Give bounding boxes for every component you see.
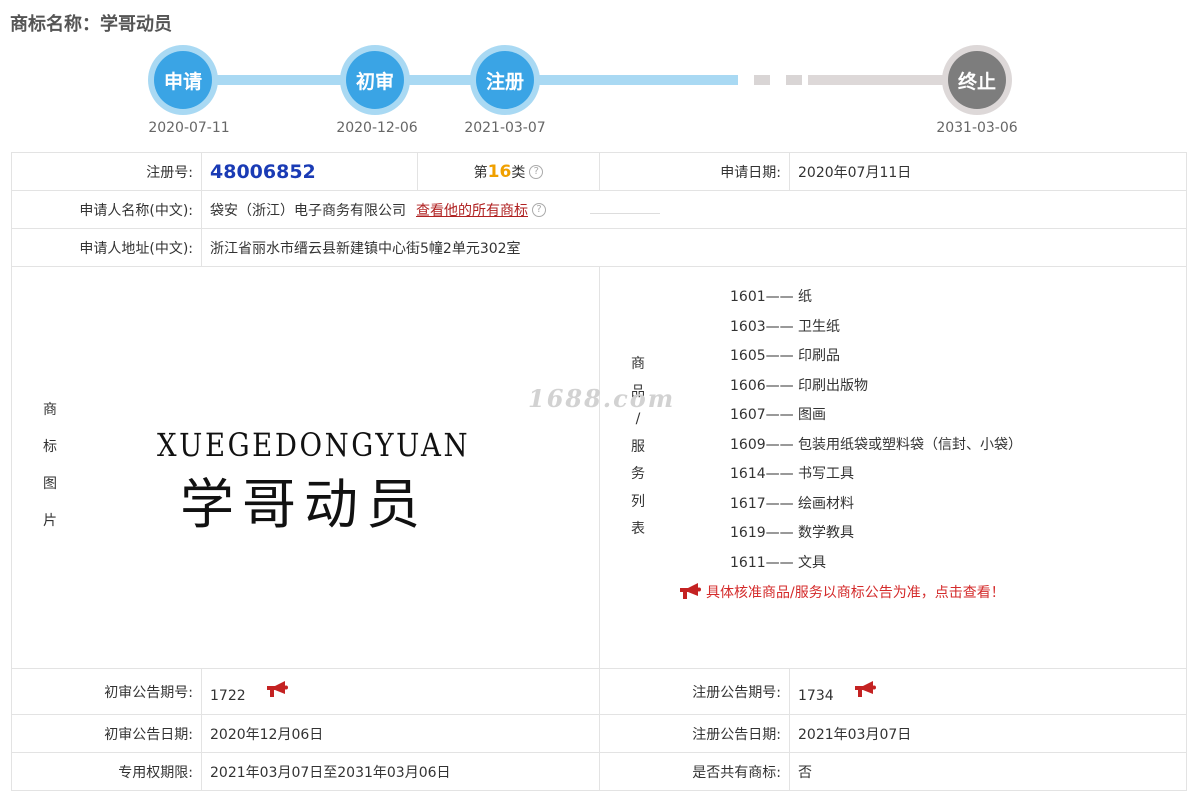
mark-image-cn: 学哥动员 — [180, 472, 428, 536]
timeline-node-prelim: 初审 — [340, 45, 410, 115]
apply-date-label: 申请日期: — [599, 152, 790, 191]
horn-icon[interactable] — [852, 680, 878, 698]
applicant-value: 袋安（浙江）电子商务有限公司 — [210, 202, 406, 219]
apply-date-value: 2020年07月11日 — [789, 152, 1187, 191]
mark-image-label: 商标图片 — [43, 401, 57, 529]
timeline-node-terminate: 终止 — [942, 45, 1012, 115]
exclusive-label: 专用权期限: — [11, 752, 202, 791]
address-value: 浙江省丽水市缙云县新建镇中心街5幢2单元302室 — [201, 228, 1187, 267]
reg-ann-date-value: 2021年03月07日 — [789, 714, 1187, 753]
list-item: 1605—— 印刷品 — [730, 348, 840, 364]
list-item: 1617—— 绘画材料 — [730, 495, 854, 512]
prelim-no-label: 初审公告期号: — [11, 668, 202, 715]
goods-list-cell: 商品 / 服务列表 1601—— 纸 1603—— 卫生纸 1605—— 印刷品 1606… — [599, 266, 1187, 669]
mark-image-en: XUEGEDONGYUAN — [157, 425, 471, 464]
table-row: 申请人地址(中文): 浙江省丽水市缙云县新建镇中心街5幢2单元302室 — [11, 228, 1187, 267]
timeline-date-apply: 2020-07-11 — [148, 120, 230, 136]
table-row: 申请人名称(中文): 袋安（浙江）电子商务有限公司 查看他的所有商标? — [11, 190, 1187, 229]
horn-icon — [680, 583, 701, 599]
list-item: 1603—— 卫生纸 — [730, 318, 840, 335]
timeline-date-terminate: 2031-03-06 — [936, 120, 1018, 136]
list-item: 1607—— 图画 — [730, 407, 826, 423]
shared-value: 否 — [789, 752, 1187, 791]
goods-list: 1601—— 纸 1603—— 卫生纸 1605—— 印刷品 1606—— 印刷出版物 … — [600, 267, 1186, 578]
timeline-node-apply: 申请 — [148, 45, 218, 115]
trademark-info-table: 注册号: 48006852 第16类? 申请日期: 2020年07月11日 申请… — [11, 152, 1187, 791]
reg-ann-no-value: 1734 — [798, 687, 834, 704]
table-row: 初审公告日期: 2020年12月06日 注册公告日期: 2021年03月07日 — [11, 714, 1187, 753]
list-item: 1614—— 书写工具 — [730, 466, 854, 482]
reg-ann-no-label: 注册公告期号: — [599, 668, 790, 715]
reg-ann-date-label: 注册公告日期: — [599, 714, 790, 753]
mark-image-cell: 商标图片 XUEGEDONGYUAN 学哥动员 — [11, 266, 600, 669]
timeline-node-register: 注册 — [470, 45, 540, 115]
table-row: 初审公告期号: 1722 注册公告期号: 1734 — [11, 668, 1187, 715]
table-row: 商标图片 XUEGEDONGYUAN 学哥动员 商品 / 服务列表 1601—— 纸 … — [11, 266, 1187, 669]
address-label: 申请人地址(中文): — [11, 228, 202, 267]
question-icon[interactable]: ? — [532, 202, 546, 217]
list-item: 1611—— 文具 — [730, 554, 826, 571]
goods-notice[interactable]: 具体核准商品/服务以商标公告为准，点击查看！ — [600, 582, 1186, 602]
list-item: 1601—— 纸 — [730, 289, 812, 305]
question-icon[interactable]: ? — [529, 164, 544, 179]
timeline-date-register: 2021-03-07 — [464, 120, 546, 136]
class-number: 16 — [487, 161, 512, 182]
table-row: 专用权期限: 2021年03月07日至2031年03月06日 是否共有商标: 否 — [11, 752, 1187, 791]
page-title: 商标名称：学哥动员 — [10, 14, 172, 35]
timeline-date-prelim: 2020-12-06 — [336, 120, 418, 136]
divider — [590, 213, 660, 214]
list-item: 1606—— 印刷出版物 — [730, 377, 868, 394]
list-item: 1619—— 数学教具 — [730, 525, 854, 541]
goods-list-label: 商品 / 服务列表 — [631, 356, 645, 537]
table-row: 注册号: 48006852 第16类? 申请日期: 2020年07月11日 — [11, 152, 1187, 191]
list-item: 1609—— 包装用纸袋或塑料袋（信封、小袋） — [730, 436, 1022, 453]
class-cell: 第16类? — [417, 152, 600, 191]
reg-no-value: 48006852 — [210, 160, 316, 183]
applicant-label: 申请人名称(中文): — [11, 190, 202, 229]
prelim-no-value: 1722 — [210, 687, 246, 704]
shared-label: 是否共有商标: — [599, 752, 790, 791]
all-marks-link[interactable]: 查看他的所有商标 — [416, 203, 528, 219]
timeline-progress-bar — [183, 75, 738, 85]
reg-no-label: 注册号: — [11, 152, 202, 191]
prelim-date-label: 初审公告日期: — [11, 714, 202, 753]
horn-icon[interactable] — [264, 680, 290, 698]
exclusive-value: 2021年03月07日至2031年03月06日 — [201, 752, 600, 791]
prelim-date-value: 2020年12月06日 — [201, 714, 600, 753]
